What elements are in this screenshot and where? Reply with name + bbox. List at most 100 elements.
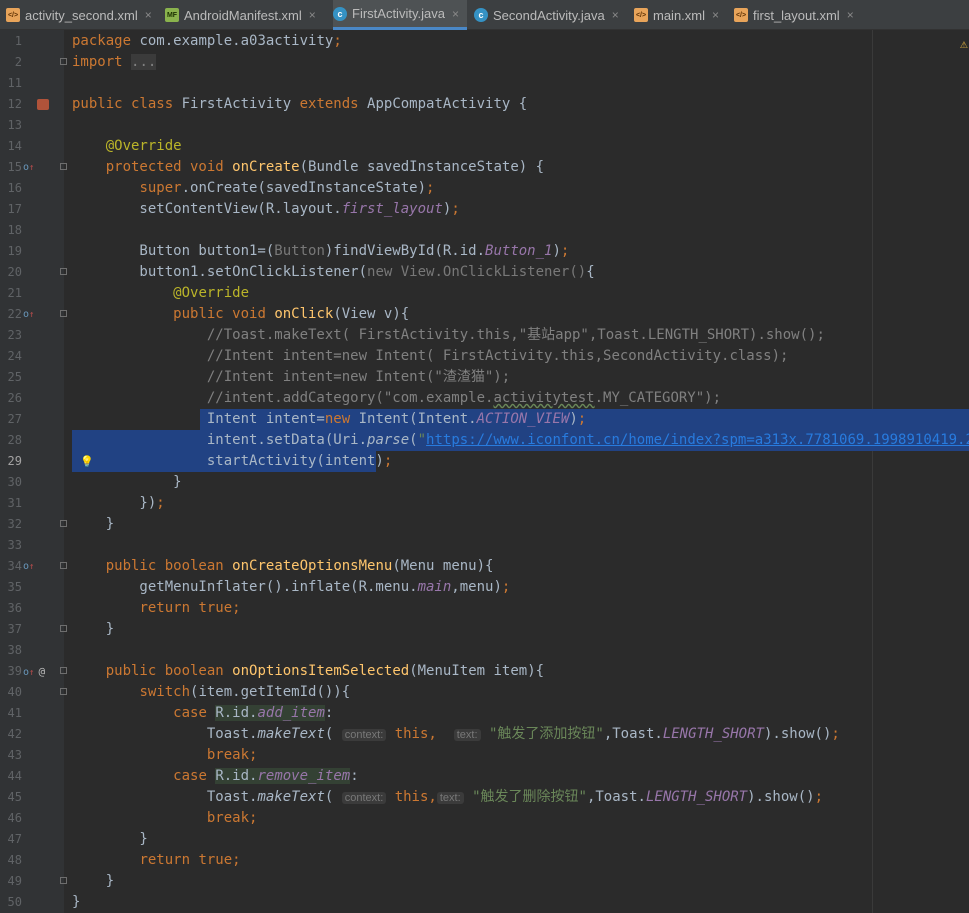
code-line[interactable]: 29 💡 startActivity(intent);: [0, 451, 969, 472]
code-line[interactable]: 16 super.onCreate(savedInstanceState);: [0, 178, 969, 199]
code-line[interactable]: 44 case R.id.remove_item:: [0, 766, 969, 787]
line-number[interactable]: 14: [0, 136, 22, 157]
code-text[interactable]: public boolean onOptionsItemSelected(Men…: [72, 661, 544, 682]
line-number[interactable]: 46: [0, 808, 22, 829]
line-number[interactable]: 11: [0, 73, 22, 94]
code-text[interactable]: super.onCreate(savedInstanceState);: [72, 178, 434, 199]
code-line[interactable]: 13: [0, 115, 969, 136]
line-number[interactable]: 41: [0, 703, 22, 724]
code-line[interactable]: 17 setContentView(R.layout.first_layout)…: [0, 199, 969, 220]
code-text[interactable]: Intent intent=new Intent(Intent.ACTION_V…: [72, 409, 586, 430]
code-line[interactable]: 38: [0, 640, 969, 661]
code-line[interactable]: 14 @Override: [0, 136, 969, 157]
code-text[interactable]: protected void onCreate(Bundle savedInst…: [72, 157, 544, 178]
fold-marker-icon[interactable]: [60, 163, 67, 170]
code-line[interactable]: 42 Toast.makeText( context: this, text: …: [0, 724, 969, 745]
code-text[interactable]: public boolean onCreateOptionsMenu(Menu …: [72, 556, 494, 577]
line-number[interactable]: 34: [0, 556, 22, 577]
line-number[interactable]: 37: [0, 619, 22, 640]
code-line[interactable]: 20 button1.setOnClickListener(new View.O…: [0, 262, 969, 283]
code-text[interactable]: Toast.makeText( context: this, text: "触发了…: [72, 787, 823, 809]
line-number[interactable]: 45: [0, 787, 22, 808]
fold-marker-icon[interactable]: [60, 562, 67, 569]
code-text[interactable]: //Toast.makeText( FirstActivity.this,"基站…: [72, 325, 825, 346]
code-line[interactable]: 50}: [0, 892, 969, 913]
line-number[interactable]: 42: [0, 724, 22, 745]
line-number[interactable]: 50: [0, 892, 22, 913]
fold-marker-icon[interactable]: [60, 310, 67, 317]
line-number[interactable]: 38: [0, 640, 22, 661]
code-text[interactable]: public void onClick(View v){: [72, 304, 409, 325]
line-number[interactable]: 40: [0, 682, 22, 703]
close-icon[interactable]: ×: [612, 8, 619, 22]
code-line[interactable]: 36 return true;: [0, 598, 969, 619]
code-text[interactable]: return true;: [72, 850, 240, 871]
code-line[interactable]: 2 import ...: [0, 52, 969, 73]
code-line[interactable]: 46 break;: [0, 808, 969, 829]
code-line[interactable]: 45 Toast.makeText( context: this, text: "…: [0, 787, 969, 808]
code-text[interactable]: button1.setOnClickListener(new View.OnCl…: [72, 262, 594, 283]
code-line[interactable]: 15 o↑ protected void onCreate(Bundle save…: [0, 157, 969, 178]
code-text[interactable]: startActivity(intent);: [72, 451, 392, 472]
code-text[interactable]: return true;: [72, 598, 240, 619]
line-number[interactable]: 13: [0, 115, 22, 136]
code-text[interactable]: //Intent intent=new Intent( FirstActivit…: [72, 346, 789, 367]
code-text[interactable]: break;: [72, 745, 258, 766]
line-number[interactable]: 20: [0, 262, 22, 283]
line-number[interactable]: 23: [0, 325, 22, 346]
line-number[interactable]: 35: [0, 577, 22, 598]
fold-marker-icon[interactable]: [60, 688, 67, 695]
line-number[interactable]: 24: [0, 346, 22, 367]
code-text[interactable]: Toast.makeText( context: this, text: "触发…: [72, 724, 840, 746]
code-line[interactable]: 33: [0, 535, 969, 556]
code-line[interactable]: 24 //Intent intent=new Intent( FirstActi…: [0, 346, 969, 367]
code-line[interactable]: 40 switch(item.getItemId()){: [0, 682, 969, 703]
code-text[interactable]: @Override: [72, 136, 182, 157]
code-line[interactable]: 22 o↑ public void onClick(View v){: [0, 304, 969, 325]
code-text[interactable]: @Override: [72, 283, 249, 304]
line-number[interactable]: 16: [0, 178, 22, 199]
override-method-icon[interactable]: o↑: [23, 157, 34, 179]
line-number[interactable]: 33: [0, 535, 22, 556]
code-line[interactable]: 25 //Intent intent=new Intent("渣渣猫");: [0, 367, 969, 388]
code-editor[interactable]: ⚠ 1 package com.example.a03activity; 2 impo…: [0, 30, 969, 913]
line-number[interactable]: 27: [0, 409, 22, 430]
code-line[interactable]: 31 });: [0, 493, 969, 514]
code-line[interactable]: 34 o↑ public boolean onCreateOptionsMenu(…: [0, 556, 969, 577]
close-icon[interactable]: ×: [847, 8, 854, 22]
fold-marker-icon[interactable]: [60, 877, 67, 884]
code-text[interactable]: package com.example.a03activity;: [72, 31, 342, 52]
code-line[interactable]: 12 public class FirstActivity extends App…: [0, 94, 969, 115]
code-line[interactable]: 35 getMenuInflater().inflate(R.menu.main…: [0, 577, 969, 598]
code-line[interactable]: 37 }: [0, 619, 969, 640]
line-number[interactable]: 49: [0, 871, 22, 892]
code-line[interactable]: 28 intent.setData(Uri.parse("https://www…: [0, 430, 969, 451]
override-method-at-icon[interactable]: o↑ @: [23, 661, 45, 684]
line-number[interactable]: 48: [0, 850, 22, 871]
line-number[interactable]: 30: [0, 472, 22, 493]
tab-secondactivity-java[interactable]: c SecondActivity.java ×: [474, 0, 626, 30]
line-number[interactable]: 26: [0, 388, 22, 409]
line-number[interactable]: 15: [0, 157, 22, 178]
override-method-icon[interactable]: o↑: [23, 556, 34, 578]
line-number[interactable]: 36: [0, 598, 22, 619]
line-number[interactable]: 25: [0, 367, 22, 388]
line-number[interactable]: 12: [0, 94, 22, 115]
code-line[interactable]: 23 //Toast.makeText( FirstActivity.this,…: [0, 325, 969, 346]
line-number[interactable]: 22: [0, 304, 22, 325]
code-line[interactable]: 41 case R.id.add_item:: [0, 703, 969, 724]
tab-main-xml[interactable]: </> main.xml ×: [634, 0, 726, 30]
line-number[interactable]: 47: [0, 829, 22, 850]
code-line[interactable]: 30 }: [0, 472, 969, 493]
line-number[interactable]: 39: [0, 661, 22, 682]
code-text[interactable]: public class FirstActivity extends AppCo…: [72, 94, 527, 115]
code-line[interactable]: 21 @Override: [0, 283, 969, 304]
line-number[interactable]: 1: [0, 31, 22, 52]
code-text[interactable]: getMenuInflater().inflate(R.menu.main,me…: [72, 577, 510, 598]
line-number[interactable]: 32: [0, 514, 22, 535]
code-text[interactable]: case R.id.add_item:: [72, 703, 333, 724]
fold-marker-icon[interactable]: [60, 667, 67, 674]
line-number[interactable]: 28: [0, 430, 22, 451]
line-number[interactable]: 2: [0, 52, 22, 73]
line-number[interactable]: 17: [0, 199, 22, 220]
